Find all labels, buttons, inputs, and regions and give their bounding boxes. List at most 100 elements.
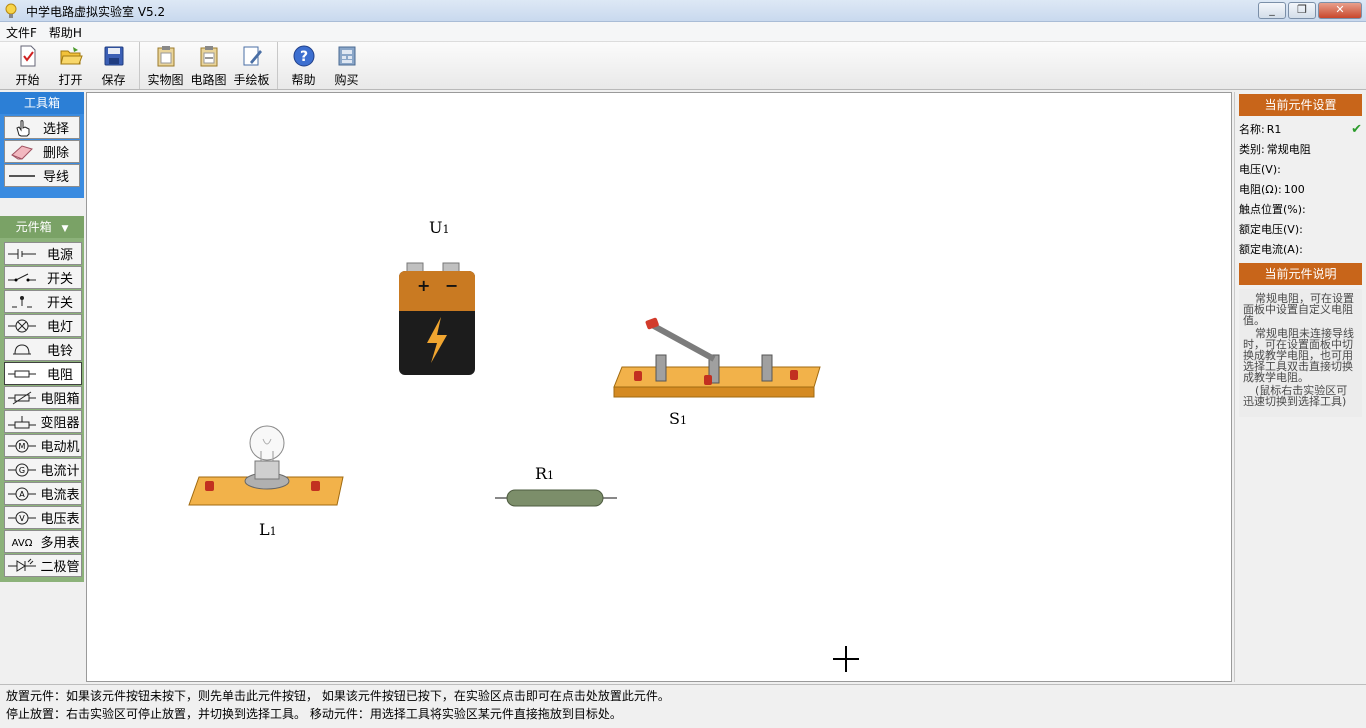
part-button-8[interactable]: 变阻器: [4, 410, 82, 433]
motor-symbol-icon: M: [5, 435, 39, 456]
switch-label: S1: [669, 409, 687, 428]
physical-diagram-button[interactable]: 实物图: [144, 42, 187, 88]
partbox-title[interactable]: 元件箱 ▼: [0, 216, 84, 238]
part-button-7[interactable]: 电阻箱: [4, 386, 82, 409]
status-line-1: 放置元件：如果该元件按钮未按下，则先单击此元件按钮， 如果该元件按钮已按下，在实…: [6, 689, 670, 703]
menu-file[interactable]: 文件F: [0, 22, 43, 41]
property-label: 类别:: [1239, 143, 1265, 156]
property-label: 电压(V):: [1239, 163, 1281, 176]
property-row[interactable]: 额定电压(V):: [1239, 219, 1362, 239]
galvanometer-icon: G: [5, 459, 39, 480]
open-button[interactable]: 打开: [49, 42, 92, 88]
part-label: 电源: [46, 248, 73, 263]
buy-icon: [338, 46, 355, 66]
property-label: 额定电流(A):: [1239, 243, 1303, 256]
part-button-11[interactable]: A 电流表: [4, 482, 82, 505]
svg-text:+: +: [417, 276, 430, 295]
part-button-2[interactable]: 开关: [4, 266, 82, 289]
property-value[interactable]: 常规电阻: [1267, 141, 1311, 157]
part-label: 电流表: [40, 488, 80, 503]
ammeter-icon: A: [5, 483, 39, 504]
part-label: 变阻器: [40, 416, 80, 431]
diode-icon: [5, 555, 39, 576]
property-row[interactable]: 类别: 常规电阻: [1239, 139, 1362, 159]
battery-label: U1: [429, 218, 450, 237]
lamp-symbol-icon: [5, 315, 39, 336]
resistor-label: R1: [535, 464, 555, 483]
svg-text:−: −: [445, 276, 458, 295]
tool-select-button[interactable]: 选择: [4, 116, 80, 139]
part-label: 多用表: [40, 536, 80, 551]
part-button-12[interactable]: V 电压表: [4, 506, 82, 529]
property-row[interactable]: 名称: R1 ✔: [1239, 119, 1362, 139]
part-label: 电灯: [46, 320, 73, 335]
property-label: 电阻(Ω):: [1239, 183, 1282, 196]
part-button-3[interactable]: 开关: [4, 290, 82, 313]
part-button-14[interactable]: 二极管: [4, 554, 82, 577]
part-label: 电动机: [40, 440, 80, 455]
experiment-canvas[interactable]: U1 + − S1 L1 R1: [86, 92, 1232, 682]
resistor-component[interactable]: [495, 487, 617, 509]
part-button-9[interactable]: M 电动机: [4, 434, 82, 457]
window-title: 中学电路虚拟实验室 V5.2: [26, 5, 166, 19]
description-paragraph: (鼠标右击实验区可迅速切换到选择工具): [1243, 384, 1348, 408]
property-row[interactable]: 触点位置(%):: [1239, 199, 1362, 219]
multimeter-icon: AVΩ: [5, 531, 39, 552]
rheostat-icon: [5, 411, 39, 432]
help-button[interactable]: ? 帮助: [282, 42, 325, 88]
part-button-5[interactable]: 电铃: [4, 338, 82, 361]
property-row[interactable]: 电阻(Ω): 100: [1239, 179, 1362, 199]
restore-button[interactable]: ❐: [1288, 2, 1316, 19]
part-label: 二极管: [40, 560, 80, 575]
part-button-4[interactable]: 电灯: [4, 314, 82, 337]
lamp-component[interactable]: [187, 425, 347, 511]
buy-button[interactable]: 购买: [325, 42, 368, 88]
svg-text:M: M: [19, 442, 26, 451]
status-bar: 放置元件：如果该元件按钮未按下，则先单击此元件按钮， 如果该元件按钮已按下，在实…: [0, 684, 1366, 728]
part-label: 电压表: [40, 512, 80, 527]
switch-symbol-icon: [5, 267, 39, 288]
bell-symbol-icon: [5, 339, 39, 360]
description-header: 当前元件说明: [1239, 263, 1362, 285]
tool-wire-button[interactable]: 导线: [4, 164, 80, 187]
switch-component[interactable]: [612, 315, 824, 403]
title-bar: 中学电路虚拟实验室 V5.2 _ ❐ ✕: [0, 0, 1366, 22]
property-value[interactable]: R1: [1267, 123, 1282, 136]
menu-bar: 文件F 帮助H: [0, 22, 1366, 42]
voltmeter-icon: V: [5, 507, 39, 528]
resistor-box-icon: [5, 387, 39, 408]
property-label: 名称:: [1239, 123, 1265, 136]
minimize-button[interactable]: _: [1258, 2, 1286, 19]
description-paragraph: 常规电阻，可在设置面板中设置自定义电阻值。: [1243, 292, 1354, 327]
property-row[interactable]: 电压(V):: [1239, 159, 1362, 179]
part-button-6[interactable]: 电阻: [4, 362, 82, 385]
battery-component[interactable]: + −: [397, 261, 477, 377]
check-icon: ✔: [1351, 121, 1362, 137]
part-button-13[interactable]: AVΩ 多用表: [4, 530, 82, 553]
draw-board-button[interactable]: 手绘板: [230, 42, 273, 88]
resistor-symbol-icon: [5, 363, 39, 384]
svg-text:AVΩ: AVΩ: [12, 538, 33, 549]
properties-header: 当前元件设置: [1239, 94, 1362, 116]
new-doc-icon: [20, 45, 35, 67]
start-button[interactable]: 开始: [6, 42, 49, 88]
circuit-diagram-button[interactable]: 电路图: [187, 42, 230, 88]
properties-list: 名称: R1 ✔ 类别: 常规电阻 电压(V): 电阻(Ω): 100 触点位置(%): 额定电压…: [1235, 116, 1366, 259]
property-value[interactable]: 100: [1284, 183, 1305, 196]
property-label: 额定电压(V):: [1239, 223, 1303, 236]
tool-delete-button[interactable]: 删除: [4, 140, 80, 163]
close-button[interactable]: ✕: [1318, 2, 1362, 19]
menu-help[interactable]: 帮助H: [43, 22, 88, 41]
status-line-2: 停止放置：右击实验区可停止放置，并切换到选择工具。 移动元件：用选择工具将实验区…: [6, 707, 622, 721]
toolbox: 工具箱 选择 删除 导线: [0, 92, 84, 198]
save-button[interactable]: 保存: [92, 42, 135, 88]
chevron-down-icon: ▼: [61, 224, 69, 234]
hand-pointer-icon: [5, 117, 39, 138]
save-disk-icon: [104, 46, 123, 66]
crosshair-cursor-icon: [833, 646, 859, 672]
wire-line-icon: [5, 165, 39, 186]
property-row[interactable]: 额定电流(A):: [1239, 239, 1362, 259]
lamp-label: L1: [259, 520, 277, 539]
part-button-10[interactable]: G 电流计: [4, 458, 82, 481]
part-button-1[interactable]: 电源: [4, 242, 82, 265]
